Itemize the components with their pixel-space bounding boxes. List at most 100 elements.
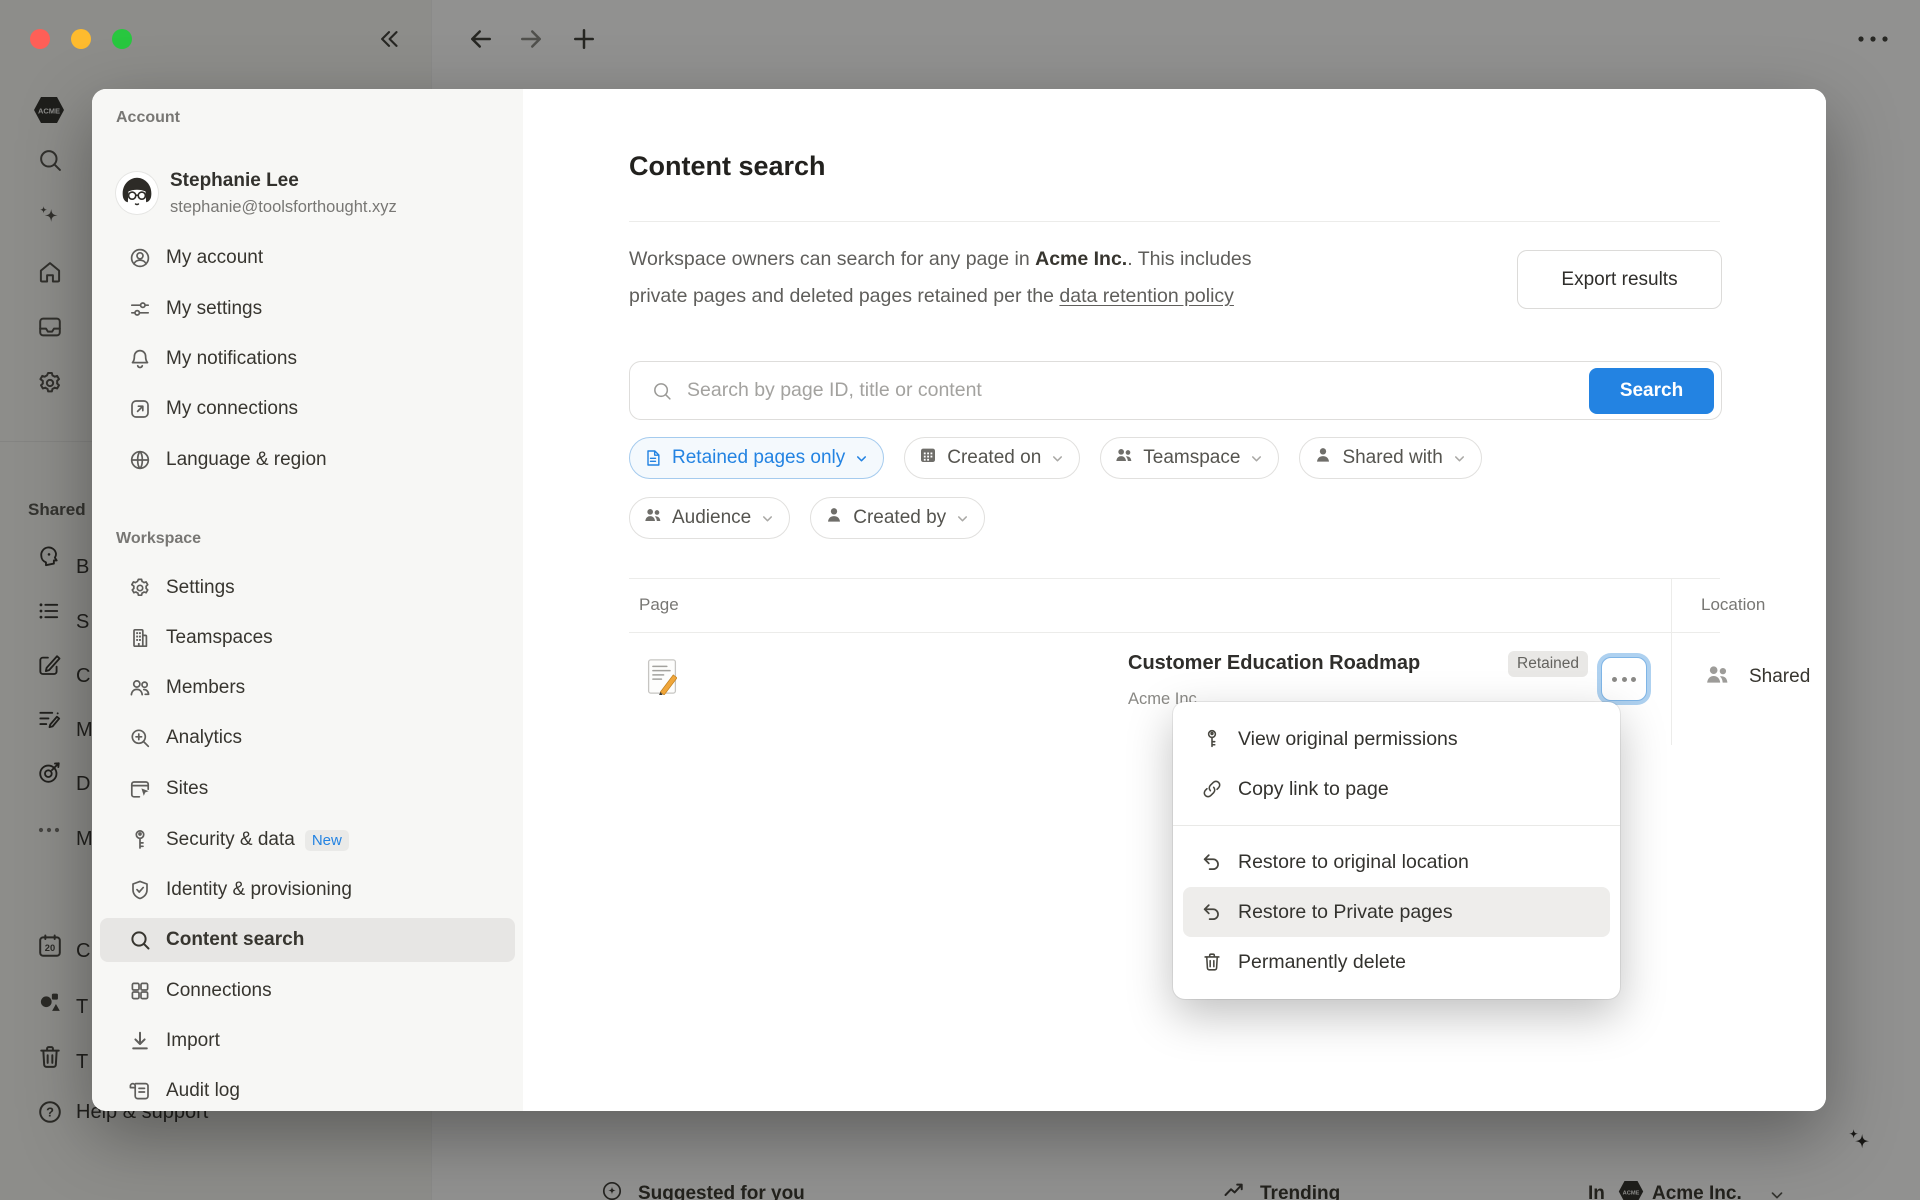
filter-row-1: Retained pages only Created on Teamspace… — [629, 437, 1482, 479]
search-icon — [128, 928, 152, 952]
link-icon — [1201, 778, 1223, 800]
search-input[interactable] — [685, 378, 1589, 403]
location-value: Shared — [1749, 666, 1810, 688]
retained-badge: Retained — [1508, 651, 1588, 677]
description-text: Workspace owners can search for any page… — [629, 248, 1035, 270]
close-window-button[interactable] — [30, 29, 50, 49]
people-icon — [1114, 445, 1134, 471]
menu-item-label: Restore to Private pages — [1238, 901, 1453, 924]
document-icon — [643, 448, 663, 468]
magnifier-plus-icon — [128, 726, 152, 750]
divider — [629, 221, 1720, 222]
filter-label: Audience — [672, 507, 751, 529]
sidebar-item-my-connections[interactable]: My connections — [100, 387, 515, 431]
screen: ACME Shared B S C — [0, 0, 1920, 1200]
account-section-label: Account — [116, 109, 180, 127]
menu-item-permanently-delete[interactable]: Permanently delete — [1183, 937, 1610, 987]
avatar — [116, 172, 158, 214]
table-column-divider — [1671, 578, 1672, 745]
settings-sidebar: Account Stephanie Lee stephanie@toolsfor… — [92, 89, 523, 1111]
sidebar-item-label: Analytics — [166, 727, 242, 749]
filter-label: Teamspace — [1143, 447, 1240, 469]
filter-audience[interactable]: Audience — [629, 497, 790, 539]
memo-page-icon — [647, 658, 677, 700]
sidebar-item-sites[interactable]: Sites — [100, 767, 515, 811]
sidebar-item-teamspaces[interactable]: Teamspaces — [100, 616, 515, 660]
chevron-down-icon — [760, 511, 775, 526]
arrow-out-square-icon — [128, 397, 152, 421]
page-description: Workspace owners can search for any page… — [629, 241, 1529, 315]
sidebar-item-content-search[interactable]: Content search — [100, 918, 515, 962]
chevron-down-icon — [1452, 451, 1467, 466]
person-icon — [1313, 445, 1333, 471]
sidebar-item-analytics[interactable]: Analytics — [100, 716, 515, 760]
sidebar-item-settings[interactable]: Settings — [100, 566, 515, 610]
sidebar-item-members[interactable]: Members — [100, 666, 515, 710]
filter-created-by[interactable]: Created by — [810, 497, 985, 539]
sidebar-item-my-notifications[interactable]: My notifications — [100, 337, 515, 381]
chevron-down-icon — [1249, 451, 1264, 466]
row-actions-button[interactable] — [1601, 657, 1647, 701]
sidebar-item-label: My settings — [166, 298, 262, 320]
sidebar-item-label: Content search — [166, 929, 304, 951]
search-button[interactable]: Search — [1589, 368, 1714, 414]
sidebar-item-audit-log[interactable]: Audit log — [100, 1069, 515, 1111]
building-icon — [128, 626, 152, 650]
sidebar-item-identity-provisioning[interactable]: Identity & provisioning — [100, 868, 515, 912]
filter-created-on[interactable]: Created on — [904, 437, 1080, 479]
menu-item-restore-original-location[interactable]: Restore to original location — [1183, 837, 1610, 887]
data-retention-policy-link[interactable]: data retention policy — [1059, 285, 1234, 307]
menu-item-copy-link[interactable]: Copy link to page — [1183, 764, 1610, 814]
window-controls — [30, 29, 132, 49]
export-results-button[interactable]: Export results — [1517, 250, 1722, 309]
scroll-icon — [128, 1079, 152, 1103]
chevron-down-icon — [1050, 451, 1065, 466]
sidebar-item-label: Import — [166, 1030, 220, 1052]
grid-squares-icon — [128, 979, 152, 1003]
sidebar-item-label: Audit log — [166, 1080, 240, 1102]
search-icon — [651, 380, 673, 402]
sidebar-item-my-settings[interactable]: My settings — [100, 287, 515, 331]
result-page-title[interactable]: Customer Education Roadmap — [1128, 652, 1420, 675]
column-header-page: Page — [639, 595, 679, 615]
minimize-window-button[interactable] — [71, 29, 91, 49]
sidebar-item-my-account[interactable]: My account — [100, 236, 515, 280]
key-icon — [128, 828, 152, 852]
gear-icon — [128, 576, 152, 600]
browser-cursor-icon — [128, 777, 152, 801]
table-top-border — [629, 578, 1720, 579]
page-title: Content search — [629, 151, 826, 182]
filter-label: Created on — [947, 447, 1041, 469]
sidebar-item-connections[interactable]: Connections — [100, 969, 515, 1013]
sidebar-item-language-region[interactable]: Language & region — [100, 438, 515, 482]
zoom-window-button[interactable] — [112, 29, 132, 49]
menu-item-label: View original permissions — [1238, 728, 1458, 751]
description-text: private pages and deleted pages retained… — [629, 285, 1059, 307]
key-icon — [1201, 728, 1223, 750]
filter-shared-with[interactable]: Shared with — [1299, 437, 1481, 479]
sidebar-item-label: My connections — [166, 398, 298, 420]
menu-item-label: Permanently delete — [1238, 951, 1406, 974]
people-icon — [643, 505, 663, 531]
sidebar-item-security-data[interactable]: Security & data New — [100, 818, 515, 862]
filter-teamspace[interactable]: Teamspace — [1100, 437, 1279, 479]
filter-retained-pages-only[interactable]: Retained pages only — [629, 437, 884, 479]
sliders-icon — [128, 297, 152, 321]
sidebar-item-label: Teamspaces — [166, 627, 273, 649]
chevron-down-icon — [955, 511, 970, 526]
shield-check-icon — [128, 878, 152, 902]
calendar-icon — [918, 445, 938, 471]
user-name: Stephanie Lee — [170, 170, 299, 192]
row-actions-menu: View original permissions Copy link to p… — [1173, 702, 1620, 999]
sidebar-item-label: Members — [166, 677, 245, 699]
sidebar-item-label: My notifications — [166, 348, 297, 370]
filter-label: Retained pages only — [672, 447, 845, 469]
menu-item-restore-private-pages[interactable]: Restore to Private pages — [1183, 887, 1610, 937]
sidebar-item-import[interactable]: Import — [100, 1019, 515, 1063]
trash-icon — [1201, 951, 1223, 973]
sidebar-item-label: My account — [166, 247, 263, 269]
undo-arrow-icon — [1201, 851, 1223, 873]
sidebar-item-label: Sites — [166, 778, 208, 800]
filter-label: Shared with — [1342, 447, 1442, 469]
menu-item-view-original-permissions[interactable]: View original permissions — [1183, 714, 1610, 764]
